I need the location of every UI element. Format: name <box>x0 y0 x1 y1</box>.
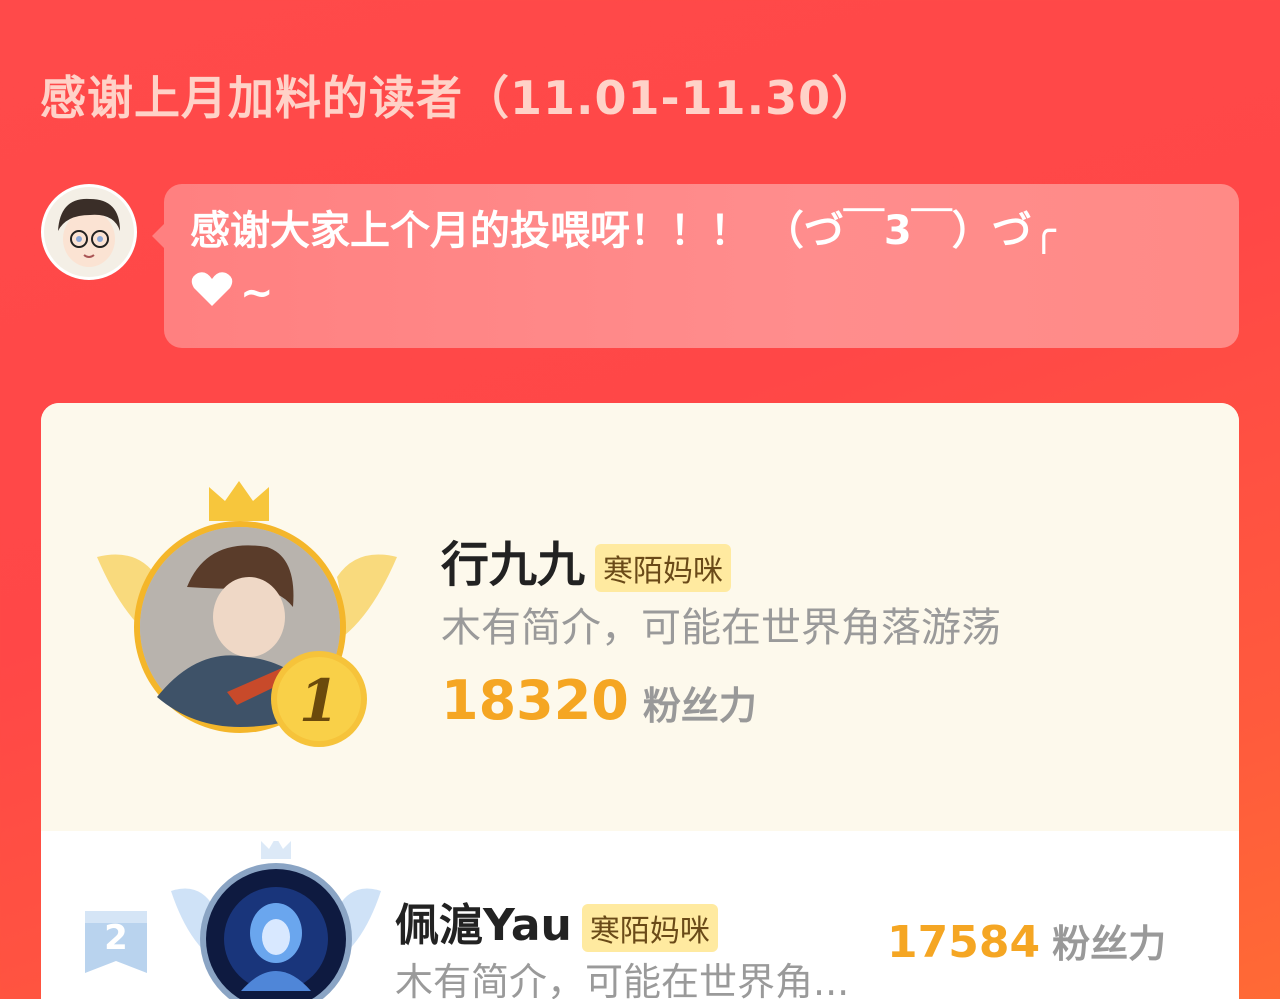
rank2-name[interactable]: 佩滬Yau <box>395 900 572 951</box>
rank2-fans: 17584 粉丝力 <box>887 913 1166 968</box>
rank2-tag: 寒陌妈咪 <box>581 904 718 952</box>
rank2-fans-number: 17584 <box>887 917 1041 968</box>
rank1-tag: 寒陌妈咪 <box>595 544 732 592</box>
author-message-bubble: 感谢大家上个月的投喂呀！！！ （づ￣3￣）づ╭ ~ <box>152 184 1239 348</box>
rank2-badge-number: 2 <box>104 918 128 958</box>
ranking-card: 1 行九九 寒陌妈咪 木有简介，可能在世界角落游荡 18320 粉丝力 2 佩滬… <box>41 403 1239 999</box>
page-title: 感谢上月加料的读者（11.01-11.30） <box>40 71 879 125</box>
author-avatar[interactable] <box>41 184 137 280</box>
rank1-fans: 18320 粉丝力 <box>441 669 757 732</box>
rank1-name[interactable]: 行九九 <box>441 537 585 593</box>
rank1-fans-number: 18320 <box>441 669 629 732</box>
author-message-text: 感谢大家上个月的投喂呀！！！ （づ￣3￣）づ╭ <box>190 208 1056 254</box>
ranking-row-1[interactable]: 1 行九九 寒陌妈咪 木有简介，可能在世界角落游荡 18320 粉丝力 <box>41 403 1239 831</box>
heart-icon <box>190 264 234 326</box>
rank1-medal-number: 1 <box>299 667 339 735</box>
rank2-name-line: 佩滬Yau 寒陌妈咪 <box>395 889 718 953</box>
rank2-bio: 木有简介，可能在世界角... <box>395 960 850 999</box>
rank2-fans-unit: 粉丝力 <box>1052 922 1167 966</box>
rank2-avatar-frame <box>171 837 381 999</box>
rank1-bio: 木有简介，可能在世界角落游荡 <box>441 605 1001 651</box>
rank2-badge: 2 <box>85 911 147 973</box>
ranking-row-2[interactable]: 2 佩滬Yau 寒陌妈咪 木有简介，可能在世界角... 17584 粉丝力 <box>41 831 1239 999</box>
rank1-avatar-frame: 1 <box>97 477 397 747</box>
rank1-fans-unit: 粉丝力 <box>642 684 757 728</box>
rank1-name-line: 行九九 寒陌妈咪 <box>441 525 732 595</box>
author-message-tail: ~ <box>240 270 274 316</box>
